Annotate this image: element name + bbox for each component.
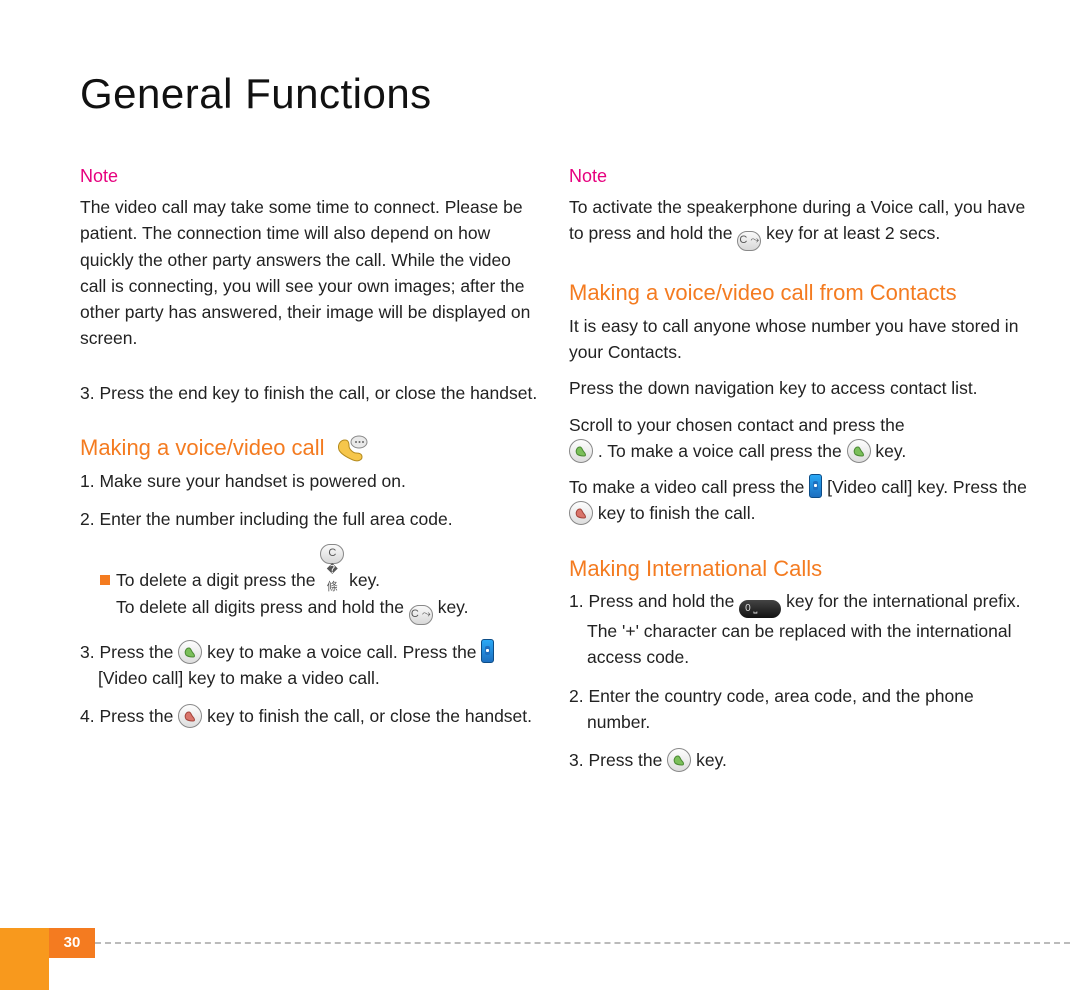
t: 3. Press the bbox=[80, 642, 178, 662]
bullet-text-b2: key. bbox=[433, 597, 469, 617]
heading-text: Making a voice/video call bbox=[80, 435, 325, 460]
voice-video-steps: 1. Make sure your handset is powered on.… bbox=[80, 468, 541, 533]
manual-page: General Functions Note The video call ma… bbox=[0, 0, 1080, 1003]
t: key. bbox=[871, 441, 907, 461]
t: key to make a voice call. Press the bbox=[202, 642, 481, 662]
page-title: General Functions bbox=[80, 70, 1030, 118]
contacts-p4: To make a video call press the [Video ca… bbox=[569, 474, 1030, 527]
intl-step-2: 2. Enter the country code, area code, an… bbox=[569, 683, 1030, 736]
footer-dashed-line bbox=[95, 942, 1070, 944]
clear-key-icon: C ⤳ bbox=[737, 231, 761, 251]
zero-plus-key-icon: 0 ⎵ bbox=[739, 600, 781, 618]
left-column: Note The video call may take some time t… bbox=[80, 163, 541, 785]
contacts-p1: It is easy to call anyone whose number y… bbox=[569, 313, 1030, 366]
video-call-key-icon bbox=[809, 474, 822, 498]
end-key-icon bbox=[178, 704, 202, 728]
international-steps: 1. Press and hold the 0 ⎵ key for the in… bbox=[569, 588, 1030, 773]
send-key-icon bbox=[178, 640, 202, 664]
intl-step-1: 1. Press and hold the 0 ⎵ key for the in… bbox=[569, 588, 1030, 671]
page-number: 30 bbox=[49, 928, 95, 958]
voice-video-steps-cont: 3. Press the key to make a voice call. P… bbox=[80, 639, 541, 730]
heading-voice-video-call: Making a voice/video call bbox=[80, 434, 541, 462]
delete-digit-note: To delete a digit press the C �條 key. To… bbox=[80, 544, 541, 624]
video-call-key-icon bbox=[481, 639, 494, 663]
t: To make a video call press the bbox=[569, 477, 809, 497]
two-column-layout: Note The video call may take some time t… bbox=[80, 163, 1030, 785]
heading-international-calls: Making International Calls bbox=[569, 555, 1030, 583]
note-label: Note bbox=[80, 163, 541, 190]
step-1: 1. Make sure your handset is powered on. bbox=[80, 468, 541, 494]
t: 4. Press the bbox=[80, 706, 178, 726]
t: key. bbox=[691, 750, 727, 770]
t: key to finish the call. bbox=[593, 503, 755, 523]
send-key-icon bbox=[847, 439, 871, 463]
bullet-text-b: To delete all digits press and hold the bbox=[116, 597, 409, 617]
t: 1. Press and hold the bbox=[569, 591, 739, 611]
contacts-p3: Scroll to your chosen contact and press … bbox=[569, 412, 1030, 465]
step-3-endcall: 3. Press the end key to finish the call,… bbox=[80, 380, 541, 406]
phone-call-icon bbox=[335, 434, 369, 462]
step-4: 4. Press the key to finish the call, or … bbox=[80, 703, 541, 729]
side-tab bbox=[0, 928, 49, 990]
note-label: Note bbox=[569, 163, 1030, 190]
clear-key-icon: C ⤳ bbox=[409, 605, 433, 625]
right-column: Note To activate the speakerphone during… bbox=[569, 163, 1030, 785]
clear-key-icon: C �條 bbox=[320, 544, 344, 564]
t: [Video call] key to make a video call. bbox=[98, 668, 380, 688]
send-key-icon bbox=[667, 748, 691, 772]
bullet-text-a2: key. bbox=[344, 570, 380, 590]
intl-step-3: 3. Press the key. bbox=[569, 747, 1030, 773]
page-footer: 30 bbox=[0, 928, 1080, 958]
note-body: The video call may take some time to con… bbox=[80, 194, 541, 352]
t: [Video call] key. Press the bbox=[822, 477, 1027, 497]
bullet-text-a: To delete a digit press the bbox=[116, 570, 320, 590]
t: key for at least 2 secs. bbox=[761, 223, 940, 243]
end-key-icon bbox=[569, 501, 593, 525]
note-speakerphone: To activate the speakerphone during a Vo… bbox=[569, 194, 1030, 251]
heading-call-from-contacts: Making a voice/video call from Contacts bbox=[569, 279, 1030, 307]
square-bullet-icon bbox=[100, 575, 110, 585]
t: 3. Press the bbox=[569, 750, 667, 770]
step-2: 2. Enter the number including the full a… bbox=[80, 506, 541, 532]
t: key to finish the call, or close the han… bbox=[202, 706, 532, 726]
send-key-icon bbox=[569, 439, 593, 463]
step-3: 3. Press the key to make a voice call. P… bbox=[80, 639, 541, 692]
t: . To make a voice call press the bbox=[593, 441, 847, 461]
t: Scroll to your chosen contact and press … bbox=[569, 415, 905, 435]
contacts-p2: Press the down navigation key to access … bbox=[569, 375, 1030, 401]
